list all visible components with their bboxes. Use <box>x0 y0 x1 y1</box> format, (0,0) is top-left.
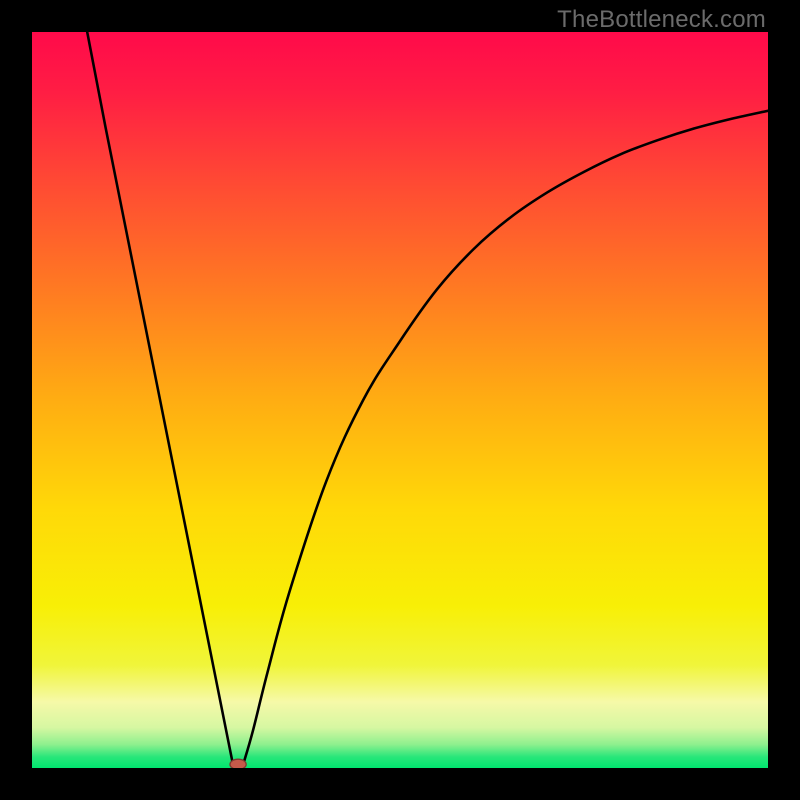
watermark-text: TheBottleneck.com <box>557 6 766 34</box>
chart-frame <box>32 32 768 768</box>
chart-background <box>32 32 768 768</box>
bottleneck-chart <box>32 32 768 768</box>
minimum-marker <box>230 759 246 768</box>
